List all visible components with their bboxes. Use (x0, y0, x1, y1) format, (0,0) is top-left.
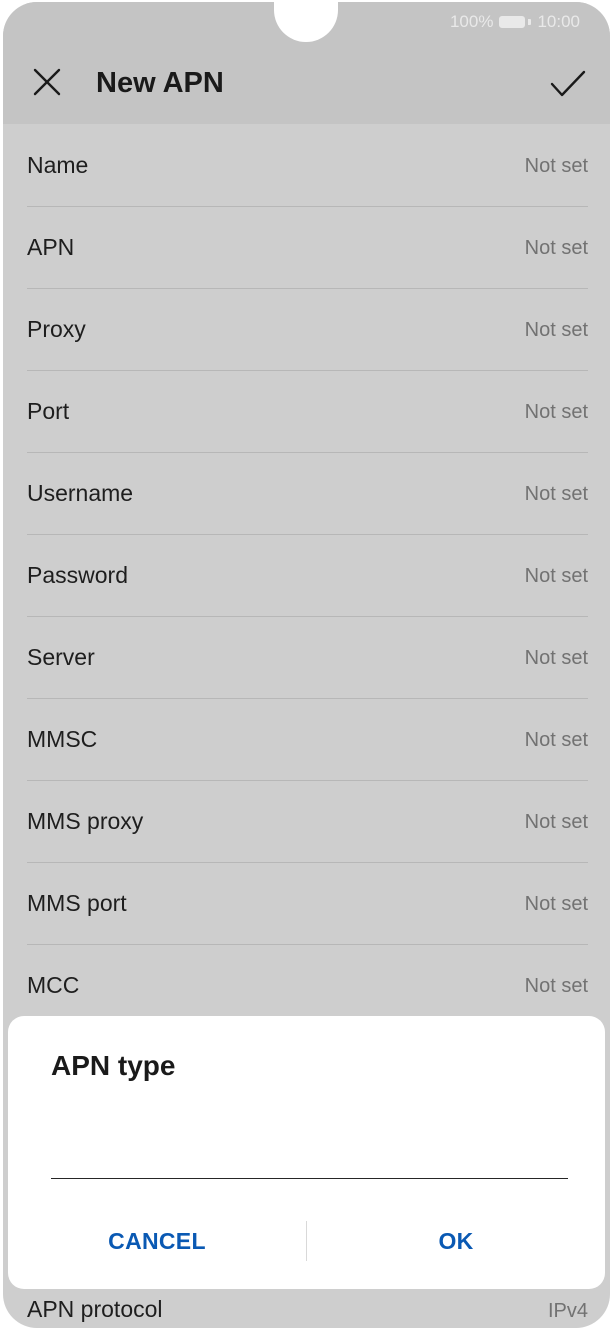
settings-row-mcc[interactable]: MCC Not set (27, 945, 588, 1027)
dialog-actions: CANCEL OK (8, 1219, 605, 1263)
row-label: Username (27, 480, 134, 506)
settings-row-mmsc[interactable]: MMSC Not set (27, 699, 588, 781)
row-label: APN (27, 234, 75, 260)
settings-row-server[interactable]: Server Not set (27, 617, 588, 699)
apn-type-dialog: APN type CANCEL OK (8, 1016, 605, 1289)
row-label: Server (27, 644, 95, 670)
close-button[interactable] (27, 62, 67, 102)
apn-settings-list: Name Not set APN Not set Proxy Not set Port Not… (3, 125, 610, 1027)
settings-row-mms-proxy[interactable]: MMS proxy Not set (27, 781, 588, 863)
check-icon (550, 70, 586, 97)
row-value: Not set (524, 319, 588, 341)
row-label: APN protocol (27, 1296, 163, 1322)
row-value: Not set (524, 811, 588, 833)
row-label: Name (27, 152, 89, 178)
settings-row-name[interactable]: Name Not set (27, 125, 588, 207)
apn-type-input[interactable] (51, 1138, 568, 1179)
phone-screen: 100% 10:00 New APN Name Not set APN Not set… (3, 2, 610, 1328)
settings-row-mms-port[interactable]: MMS port Not set (27, 863, 588, 945)
status-bar: 100% 10:00 (450, 11, 580, 33)
battery-icon (499, 16, 526, 28)
row-value: Not set (524, 237, 588, 259)
row-value: Not set (524, 565, 588, 587)
row-value: Not set (524, 401, 588, 423)
dialog-title: APN type (51, 1050, 176, 1081)
row-label: MMSC (27, 726, 98, 752)
row-value: Not set (524, 155, 588, 177)
row-label: Proxy (27, 316, 86, 342)
row-value: Not set (524, 729, 588, 751)
row-value: Not set (524, 647, 588, 669)
page-title: New APN (96, 67, 224, 99)
settings-row-apn-protocol[interactable]: APN protocol IPv4 (27, 1294, 588, 1328)
ok-button[interactable]: OK (307, 1219, 605, 1263)
row-value: Not set (524, 483, 588, 505)
settings-row-proxy[interactable]: Proxy Not set (27, 289, 588, 371)
row-label: Password (27, 562, 128, 588)
row-value: IPv4 (547, 1300, 588, 1322)
settings-row-username[interactable]: Username Not set (27, 453, 588, 535)
settings-row-password[interactable]: Password Not set (27, 535, 588, 617)
row-label: MMS proxy (27, 808, 144, 834)
settings-row-port[interactable]: Port Not set (27, 371, 588, 453)
row-value: Not set (524, 975, 588, 997)
confirm-button[interactable] (546, 62, 590, 106)
row-label: MMS port (27, 890, 127, 916)
row-label: MCC (27, 972, 80, 998)
row-label: Port (27, 398, 70, 424)
cancel-button[interactable]: CANCEL (8, 1219, 306, 1263)
status-time: 10:00 (537, 12, 580, 31)
row-value: Not set (524, 893, 588, 915)
battery-percent: 100% (449, 12, 494, 31)
battery-tip (528, 19, 532, 25)
settings-row-apn[interactable]: APN Not set (27, 207, 588, 289)
close-icon (33, 68, 61, 96)
